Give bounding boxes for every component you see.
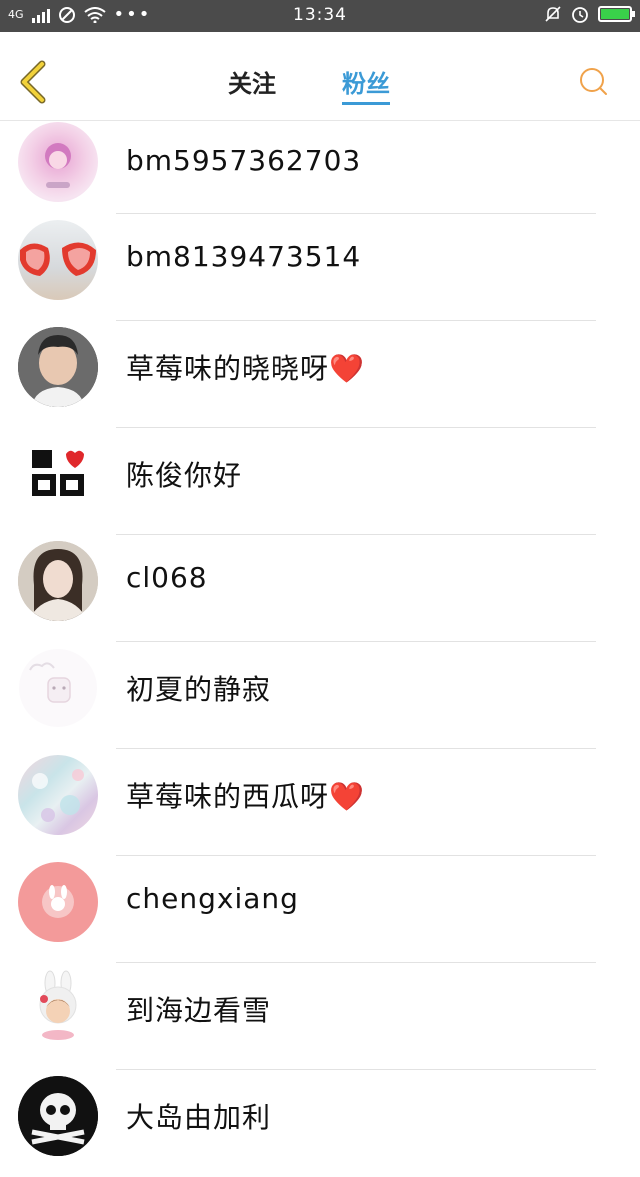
fan-name: 草莓味的西瓜呀❤️ bbox=[126, 780, 365, 813]
avatar bbox=[18, 220, 98, 300]
list-item[interactable]: chengxiang bbox=[0, 856, 640, 963]
status-right bbox=[544, 5, 635, 23]
avatar bbox=[18, 1076, 98, 1156]
alarm-icon bbox=[572, 7, 588, 23]
list-item[interactable]: cl068 bbox=[0, 535, 640, 642]
avatar bbox=[18, 648, 98, 728]
battery-icon bbox=[598, 6, 635, 22]
fan-name: bm5957362703 bbox=[126, 144, 362, 177]
fans-list: bm5957362703 bm8139473514 草莓味的晓晓呀❤️ 陈俊你好… bbox=[0, 120, 640, 1177]
fan-name: 初夏的静寂 bbox=[126, 673, 272, 706]
avatar bbox=[18, 755, 98, 835]
avatar bbox=[18, 327, 98, 407]
fan-name: 草莓味的晓晓呀❤️ bbox=[126, 352, 365, 385]
back-arrow-icon[interactable] bbox=[14, 60, 50, 104]
list-item[interactable]: 大岛由加利 bbox=[0, 1070, 640, 1177]
list-item[interactable]: 陈俊你好 bbox=[0, 428, 640, 535]
avatar bbox=[18, 862, 98, 942]
list-item[interactable]: bm8139473514 bbox=[0, 214, 640, 321]
avatar bbox=[18, 122, 98, 202]
tab-follow[interactable]: 关注 bbox=[228, 64, 276, 99]
fan-name: 陈俊你好 bbox=[126, 459, 243, 492]
list-item[interactable]: 草莓味的西瓜呀❤️ bbox=[0, 749, 640, 856]
avatar bbox=[18, 541, 98, 621]
list-item[interactable]: 初夏的静寂 bbox=[0, 642, 640, 749]
top-nav: 关注 粉丝 bbox=[0, 32, 640, 121]
list-item[interactable]: bm5957362703 bbox=[0, 120, 640, 214]
status-bar: 4G ••• 13:34 bbox=[0, 0, 640, 32]
avatar bbox=[18, 969, 98, 1049]
fan-name: bm8139473514 bbox=[126, 240, 362, 273]
avatar bbox=[18, 434, 98, 514]
fan-name: cl068 bbox=[126, 561, 208, 594]
fan-name: 大岛由加利 bbox=[126, 1101, 272, 1134]
tab-fans[interactable]: 粉丝 bbox=[342, 64, 390, 105]
list-item[interactable]: 到海边看雪 bbox=[0, 963, 640, 1070]
bell-muted-icon bbox=[545, 6, 561, 22]
fan-name: chengxiang bbox=[126, 882, 299, 915]
fan-name: 到海边看雪 bbox=[126, 994, 272, 1027]
search-icon[interactable] bbox=[578, 66, 608, 96]
list-item[interactable]: 草莓味的晓晓呀❤️ bbox=[0, 321, 640, 428]
